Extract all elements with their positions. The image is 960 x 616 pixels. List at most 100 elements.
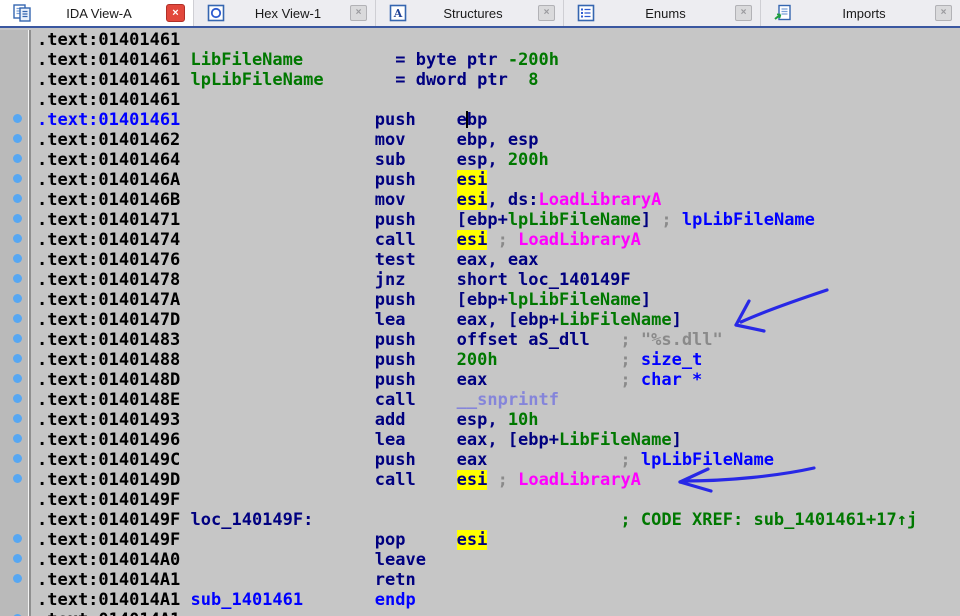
listing-margin (0, 210, 29, 230)
listing-line[interactable]: .text:01401461 push ebp (0, 110, 960, 130)
listing-margin (0, 90, 29, 110)
listing-margin (0, 370, 29, 390)
listing-line[interactable]: .text:0140146B mov esi, ds:LoadLibraryA (0, 190, 960, 210)
listing-margin (0, 610, 29, 616)
line-marker-dot (13, 254, 22, 263)
code-text: .text:0140146A push esi (29, 170, 960, 190)
tab-label: Imports (793, 6, 935, 21)
address: .text:0140147A (37, 290, 180, 310)
code-text: .text:01401496 lea eax, [ebp+LibFileName… (29, 430, 960, 450)
code-text: .text:0140147A push [ebp+lpLibFileName] (29, 290, 960, 310)
code-text: .text:01401493 add esp, 10h (29, 410, 960, 430)
listing-line[interactable]: .text:014014A1 sub_1401461 endp (0, 590, 960, 610)
address: .text:014014A0 (37, 550, 180, 570)
code-text: .text:01401461 lpLibFileName = dword ptr… (29, 70, 960, 90)
listing-margin (0, 290, 29, 310)
address: .text:0140148D (37, 370, 180, 390)
line-marker-dot (13, 334, 22, 343)
listing-line[interactable]: .text:0140149F (0, 490, 960, 510)
address: .text:01401496 (37, 430, 180, 450)
listing-margin (0, 550, 29, 570)
listing-line[interactable]: .text:014014A1 retn (0, 570, 960, 590)
listing-line[interactable]: .text:0140146A push esi (0, 170, 960, 190)
close-icon[interactable]: × (735, 5, 752, 21)
line-marker-dot (13, 454, 22, 463)
code-text: .text:01401461 (29, 90, 960, 110)
listing-margin (0, 190, 29, 210)
code-text: .text:0140149F (29, 490, 960, 510)
listing-line[interactable]: .text:0140147D lea eax, [ebp+LibFileName… (0, 310, 960, 330)
tab-ida-view-a[interactable]: IDA View-A× (0, 0, 193, 26)
listing-line[interactable]: .text:01401461 (0, 30, 960, 50)
address: .text:014014A1 (37, 570, 180, 590)
disassembly-listing[interactable]: .text:01401461.text:01401461 LibFileName… (0, 30, 960, 616)
code-text: .text:014014A1 retn (29, 570, 960, 590)
tab-structures[interactable]: AStructures× (375, 0, 563, 26)
imports-icon (773, 3, 793, 23)
listing-line[interactable]: .text:01401476 test eax, eax (0, 250, 960, 270)
listing-margin (0, 450, 29, 470)
listing-line[interactable]: .text:01401478 jnz short loc_140149F (0, 270, 960, 290)
listing-line[interactable]: .text:01401488 push 200h ; size_t (0, 350, 960, 370)
tab-hex-view-1[interactable]: Hex View-1× (193, 0, 375, 26)
code-text: .text:0140148D push eax ; char * (29, 370, 960, 390)
close-icon[interactable]: × (935, 5, 952, 21)
listing-line[interactable]: .text:01401461 LibFileName = byte ptr -2… (0, 50, 960, 70)
code-text: .text:01401464 sub esp, 200h (29, 150, 960, 170)
listing-line[interactable]: .text:0140148E call __snprintf (0, 390, 960, 410)
listing-line[interactable]: .text:01401493 add esp, 10h (0, 410, 960, 430)
address: .text:0140147D (37, 310, 180, 330)
listing-line[interactable]: .text:01401464 sub esp, 200h (0, 150, 960, 170)
listing-line[interactable]: .text:0140149C push eax ; lpLibFileName (0, 450, 960, 470)
code-text: .text:01401471 push [ebp+lpLibFileName] … (29, 210, 960, 230)
close-icon[interactable]: × (538, 5, 555, 21)
tab-imports[interactable]: Imports× (760, 0, 960, 26)
line-marker-dot (13, 394, 22, 403)
highlighted-register: esi (457, 530, 488, 550)
code-text: .text:0140149F pop esi (29, 530, 960, 550)
tab-enums[interactable]: Enums× (563, 0, 760, 26)
code-text: .text:014014A1 sub_1401461 endp (29, 590, 960, 610)
tab-label: Structures (408, 6, 538, 21)
listing-line[interactable]: .text:0140149F loc_140149F: ; CODE XREF:… (0, 510, 960, 530)
line-marker-dot (13, 534, 22, 543)
line-marker-dot (13, 474, 22, 483)
listing-line[interactable]: .text:01401471 push [ebp+lpLibFileName] … (0, 210, 960, 230)
listing-line[interactable]: .text:014014A0 leave (0, 550, 960, 570)
listing-line[interactable]: .text:01401496 lea eax, [ebp+LibFileName… (0, 430, 960, 450)
listing-line[interactable]: .text:014014A1 (0, 610, 960, 616)
listing-line[interactable]: .text:01401461 (0, 90, 960, 110)
tab-label: Enums (596, 6, 735, 21)
listing-line[interactable]: .text:0140148D push eax ; char * (0, 370, 960, 390)
listing-margin (0, 110, 29, 130)
line-marker-dot (13, 194, 22, 203)
close-icon[interactable]: × (166, 4, 185, 22)
listing-line[interactable]: .text:01401462 mov ebp, esp (0, 130, 960, 150)
line-marker-dot (13, 294, 22, 303)
line-marker-dot (13, 554, 22, 563)
listing-line[interactable]: .text:01401483 push offset aS_dll ; "%s.… (0, 330, 960, 350)
line-marker-dot (13, 214, 22, 223)
address: .text:0140149F (37, 490, 180, 510)
listing-margin (0, 350, 29, 370)
line-marker-dot (13, 274, 22, 283)
code-text: .text:01401461 LibFileName = byte ptr -2… (29, 50, 960, 70)
line-marker-dot (13, 154, 22, 163)
listing-line[interactable]: .text:0140149D call esi ; LoadLibraryA (0, 470, 960, 490)
listing-line[interactable]: .text:01401474 call esi ; LoadLibraryA (0, 230, 960, 250)
address: .text:01401493 (37, 410, 180, 430)
address: .text:0140149D (37, 470, 180, 490)
listing-line[interactable]: .text:0140149F pop esi (0, 530, 960, 550)
code-text: .text:0140148E call __snprintf (29, 390, 960, 410)
listing-line[interactable]: .text:01401461 lpLibFileName = dword ptr… (0, 70, 960, 90)
address: .text:0140149F (37, 510, 180, 530)
ida-window: IDA View-A×Hex View-1×AStructures×Enums×… (0, 0, 960, 616)
listing-line[interactable]: .text:0140147A push [ebp+lpLibFileName] (0, 290, 960, 310)
tab-bar: IDA View-A×Hex View-1×AStructures×Enums×… (0, 0, 960, 28)
ida-view-icon (12, 3, 32, 23)
close-icon[interactable]: × (350, 5, 367, 21)
address: .text:01401461 (37, 30, 180, 50)
code-text: .text:0140146B mov esi, ds:LoadLibraryA (29, 190, 960, 210)
address: .text:01401462 (37, 130, 180, 150)
line-marker-dot (13, 374, 22, 383)
